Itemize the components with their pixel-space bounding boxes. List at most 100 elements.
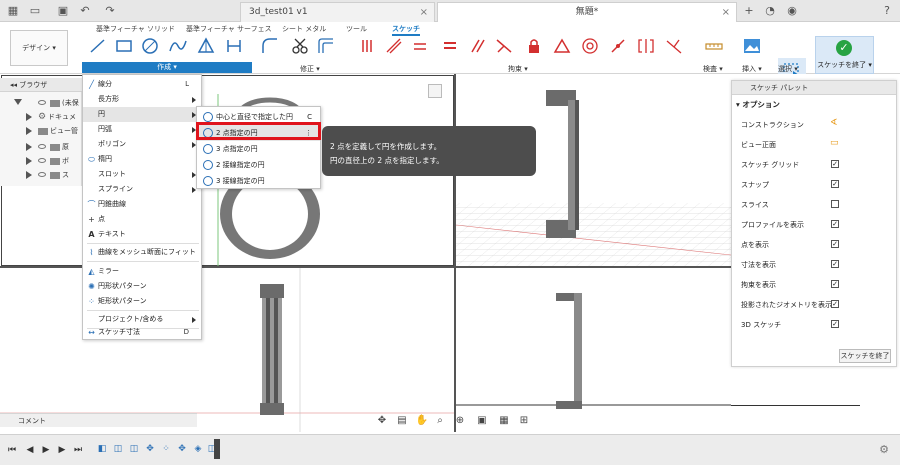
- eye-icon[interactable]: [38, 172, 46, 177]
- browser-header[interactable]: ◂◂ ブラウザ: [0, 78, 82, 92]
- browser-item[interactable]: ビュー管: [0, 124, 82, 138]
- palette-checkbox[interactable]: ✓: [831, 300, 839, 308]
- save-icon[interactable]: ▣: [56, 4, 70, 18]
- palette-section[interactable]: ▾ オプション: [736, 99, 780, 110]
- palette-row[interactable]: 拘束を表示 ✓: [732, 275, 896, 294]
- redo-icon[interactable]: ↷: [103, 4, 117, 18]
- menu-item-line[interactable]: ╱ 線分 L: [83, 77, 201, 92]
- grid-settings-icon[interactable]: ▦: [497, 414, 511, 428]
- colinear-point-icon[interactable]: [608, 36, 628, 56]
- fix-lock-icon[interactable]: [524, 36, 544, 56]
- submenu-item-three-point[interactable]: 3 点指定の円: [197, 141, 320, 157]
- zoom-icon[interactable]: ⌕: [433, 414, 447, 428]
- file-menu-icon[interactable]: ▭: [28, 4, 42, 18]
- tab-sketch[interactable]: スケッチ: [392, 24, 420, 36]
- coincident-icon[interactable]: [358, 36, 378, 56]
- browser-item[interactable]: ボ: [0, 154, 82, 168]
- concentric-icon[interactable]: [580, 36, 600, 56]
- viewcube-icon[interactable]: [428, 84, 442, 98]
- timeline-body-icon[interactable]: ◧: [96, 443, 108, 455]
- browser-item[interactable]: ⚙ ドキュメ: [0, 110, 82, 124]
- palette-checkbox[interactable]: ✓: [831, 220, 839, 228]
- group-constraints-label[interactable]: 拘束 ▾: [508, 64, 528, 74]
- line-icon[interactable]: [88, 36, 108, 56]
- group-inspect-label[interactable]: 検査 ▾: [703, 64, 723, 74]
- orbit-icon[interactable]: ✥: [375, 414, 389, 428]
- undo-icon[interactable]: ↶: [78, 4, 92, 18]
- triangle-icon[interactable]: [196, 36, 216, 56]
- tab-tools[interactable]: ツール: [346, 24, 367, 34]
- curvature-icon[interactable]: [664, 36, 684, 56]
- parallel-icon[interactable]: [468, 36, 488, 56]
- browser-item[interactable]: ス: [0, 168, 82, 182]
- palette-checkbox[interactable]: ✓: [831, 260, 839, 268]
- menu-item-fit-curve[interactable]: ⌇ 曲線をメッシュ断面にフィット: [83, 245, 201, 260]
- palette-checkbox[interactable]: ✓: [831, 160, 839, 168]
- rectangle-icon[interactable]: [114, 36, 134, 56]
- tangent-icon[interactable]: [410, 36, 430, 56]
- menu-item-ellipse[interactable]: ⬭ 楕円: [83, 152, 201, 167]
- create-group-label[interactable]: 作成 ▾: [82, 62, 252, 73]
- palette-header[interactable]: スケッチ パレット: [732, 81, 896, 95]
- palette-row[interactable]: スケッチ グリッド ✓: [732, 155, 896, 174]
- help-icon[interactable]: ?: [880, 4, 894, 18]
- tab-sheet-metal[interactable]: シート メタル: [282, 24, 326, 34]
- palette-row[interactable]: ビュー正面 ▭: [732, 135, 896, 154]
- equal-icon[interactable]: [440, 36, 460, 56]
- pan-icon[interactable]: ✋: [415, 414, 429, 428]
- circle-icon[interactable]: [140, 36, 160, 56]
- timeline-move-icon[interactable]: ✥: [144, 443, 156, 455]
- eye-icon[interactable]: [38, 158, 46, 163]
- browser-item[interactable]: 原: [0, 140, 82, 154]
- expand-icon[interactable]: [26, 157, 32, 165]
- offset-icon[interactable]: [316, 36, 336, 56]
- expand-icon[interactable]: [26, 127, 32, 135]
- perpendicular-icon[interactable]: [494, 36, 514, 56]
- palette-row[interactable]: 点を表示 ✓: [732, 235, 896, 254]
- viewports-icon[interactable]: ⊞: [517, 414, 531, 428]
- palette-finish-button[interactable]: スケッチを終了: [839, 349, 891, 363]
- expand-icon[interactable]: [26, 143, 32, 151]
- palette-checkbox[interactable]: ✓: [831, 240, 839, 248]
- menu-item-mirror[interactable]: ◭ ミラー: [83, 264, 201, 279]
- go-to-start-icon[interactable]: ⏮: [6, 444, 18, 456]
- expand-icon[interactable]: [26, 113, 32, 121]
- display-settings-icon[interactable]: ▣: [475, 414, 489, 428]
- collapse-icon[interactable]: [14, 99, 22, 105]
- play-icon[interactable]: ▶: [40, 444, 52, 456]
- eye-icon[interactable]: [38, 144, 46, 149]
- timeline-marker[interactable]: [214, 439, 220, 459]
- close-icon[interactable]: ×: [722, 3, 730, 22]
- group-select-label[interactable]: 選択 ▾: [778, 64, 798, 74]
- expand-icon[interactable]: [26, 171, 32, 179]
- look-at-icon[interactable]: ▭: [830, 138, 840, 148]
- palette-checkbox[interactable]: ✓: [831, 180, 839, 188]
- tab-solid[interactable]: 基準フィーチャ ソリッド: [96, 24, 175, 34]
- extensions-icon[interactable]: ◔: [763, 4, 777, 18]
- palette-checkbox[interactable]: ✓: [831, 320, 839, 328]
- palette-row[interactable]: スライス: [732, 195, 896, 214]
- new-tab-icon[interactable]: +: [742, 4, 756, 18]
- go-to-end-icon[interactable]: ⏭: [72, 444, 84, 456]
- close-icon[interactable]: ×: [420, 3, 428, 22]
- menu-item-text[interactable]: A テキスト: [83, 227, 201, 242]
- midpoint-icon[interactable]: [552, 36, 572, 56]
- timeline-sketch-icon[interactable]: ◫: [128, 443, 140, 455]
- step-back-icon[interactable]: ◀: [24, 444, 36, 456]
- timeline-sketch-icon[interactable]: ◫: [112, 443, 124, 455]
- app-grid-icon[interactable]: ▦: [6, 4, 20, 18]
- fit-icon[interactable]: ⊕: [453, 414, 467, 428]
- fillet-icon[interactable]: [260, 36, 280, 56]
- collinear-icon[interactable]: [384, 36, 404, 56]
- dimension-icon[interactable]: [224, 36, 244, 56]
- menu-item-sketch-dimension[interactable]: ↔ スケッチ寸法 D: [83, 325, 201, 340]
- comment-bar[interactable]: コメント: [0, 413, 197, 427]
- palette-row[interactable]: 寸法を表示 ✓: [732, 255, 896, 274]
- menu-item-arc[interactable]: 円弧: [83, 122, 201, 137]
- timeline-feature-icon[interactable]: ◈: [192, 443, 204, 455]
- menu-item-point[interactable]: + 点: [83, 212, 201, 227]
- measure-icon[interactable]: [704, 36, 724, 56]
- symmetry-icon[interactable]: [636, 36, 656, 56]
- palette-row[interactable]: 3D スケッチ ✓: [732, 315, 896, 334]
- menu-item-rectangle[interactable]: 長方形: [83, 92, 201, 107]
